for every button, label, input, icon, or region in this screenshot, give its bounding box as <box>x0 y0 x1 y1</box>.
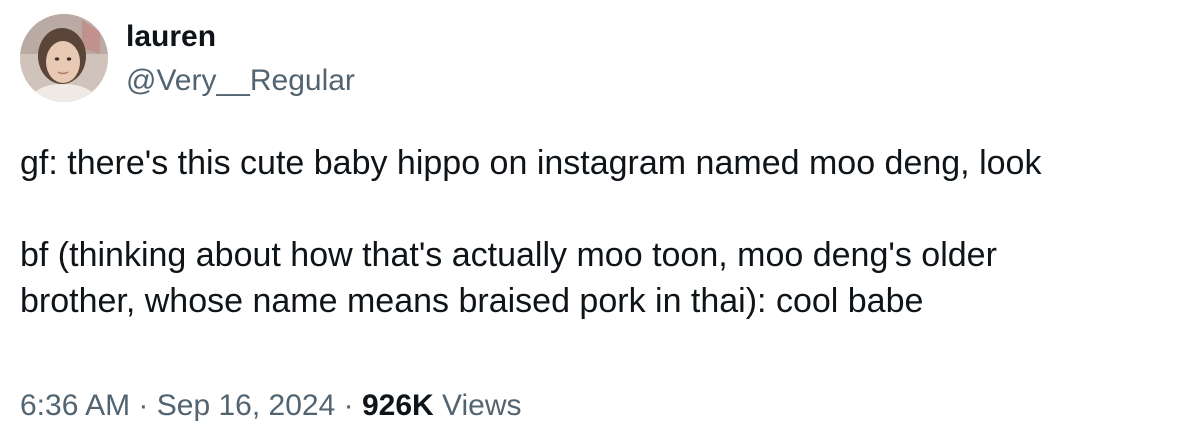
tweet-card: lauren @Very__Regular gf: there's this c… <box>0 0 1200 446</box>
user-handle[interactable]: @Very__Regular <box>126 62 355 100</box>
tweet-text-line: bf (thinking about how that's actually m… <box>20 236 997 274</box>
tweet-date[interactable]: Sep 16, 2024 <box>157 389 336 422</box>
views-count: 926K <box>361 389 434 422</box>
tweet-text: gf: there's this cute baby hippo on inst… <box>20 140 1190 324</box>
avatar-photo-icon <box>20 14 108 102</box>
display-name[interactable]: lauren <box>126 18 216 56</box>
views-label: Views <box>442 389 522 422</box>
tweet-text-line: brother, whose name means braised pork i… <box>20 282 924 320</box>
avatar[interactable] <box>20 14 108 102</box>
tweet-text-line: gf: there's this cute baby hippo on inst… <box>20 144 1042 182</box>
tweet-meta: 6:36 AM · Sep 16, 2024 · 926K Views <box>20 387 522 425</box>
meta-separator: · <box>138 389 149 422</box>
tweet-time[interactable]: 6:36 AM <box>20 389 130 422</box>
meta-separator: · <box>343 389 354 422</box>
